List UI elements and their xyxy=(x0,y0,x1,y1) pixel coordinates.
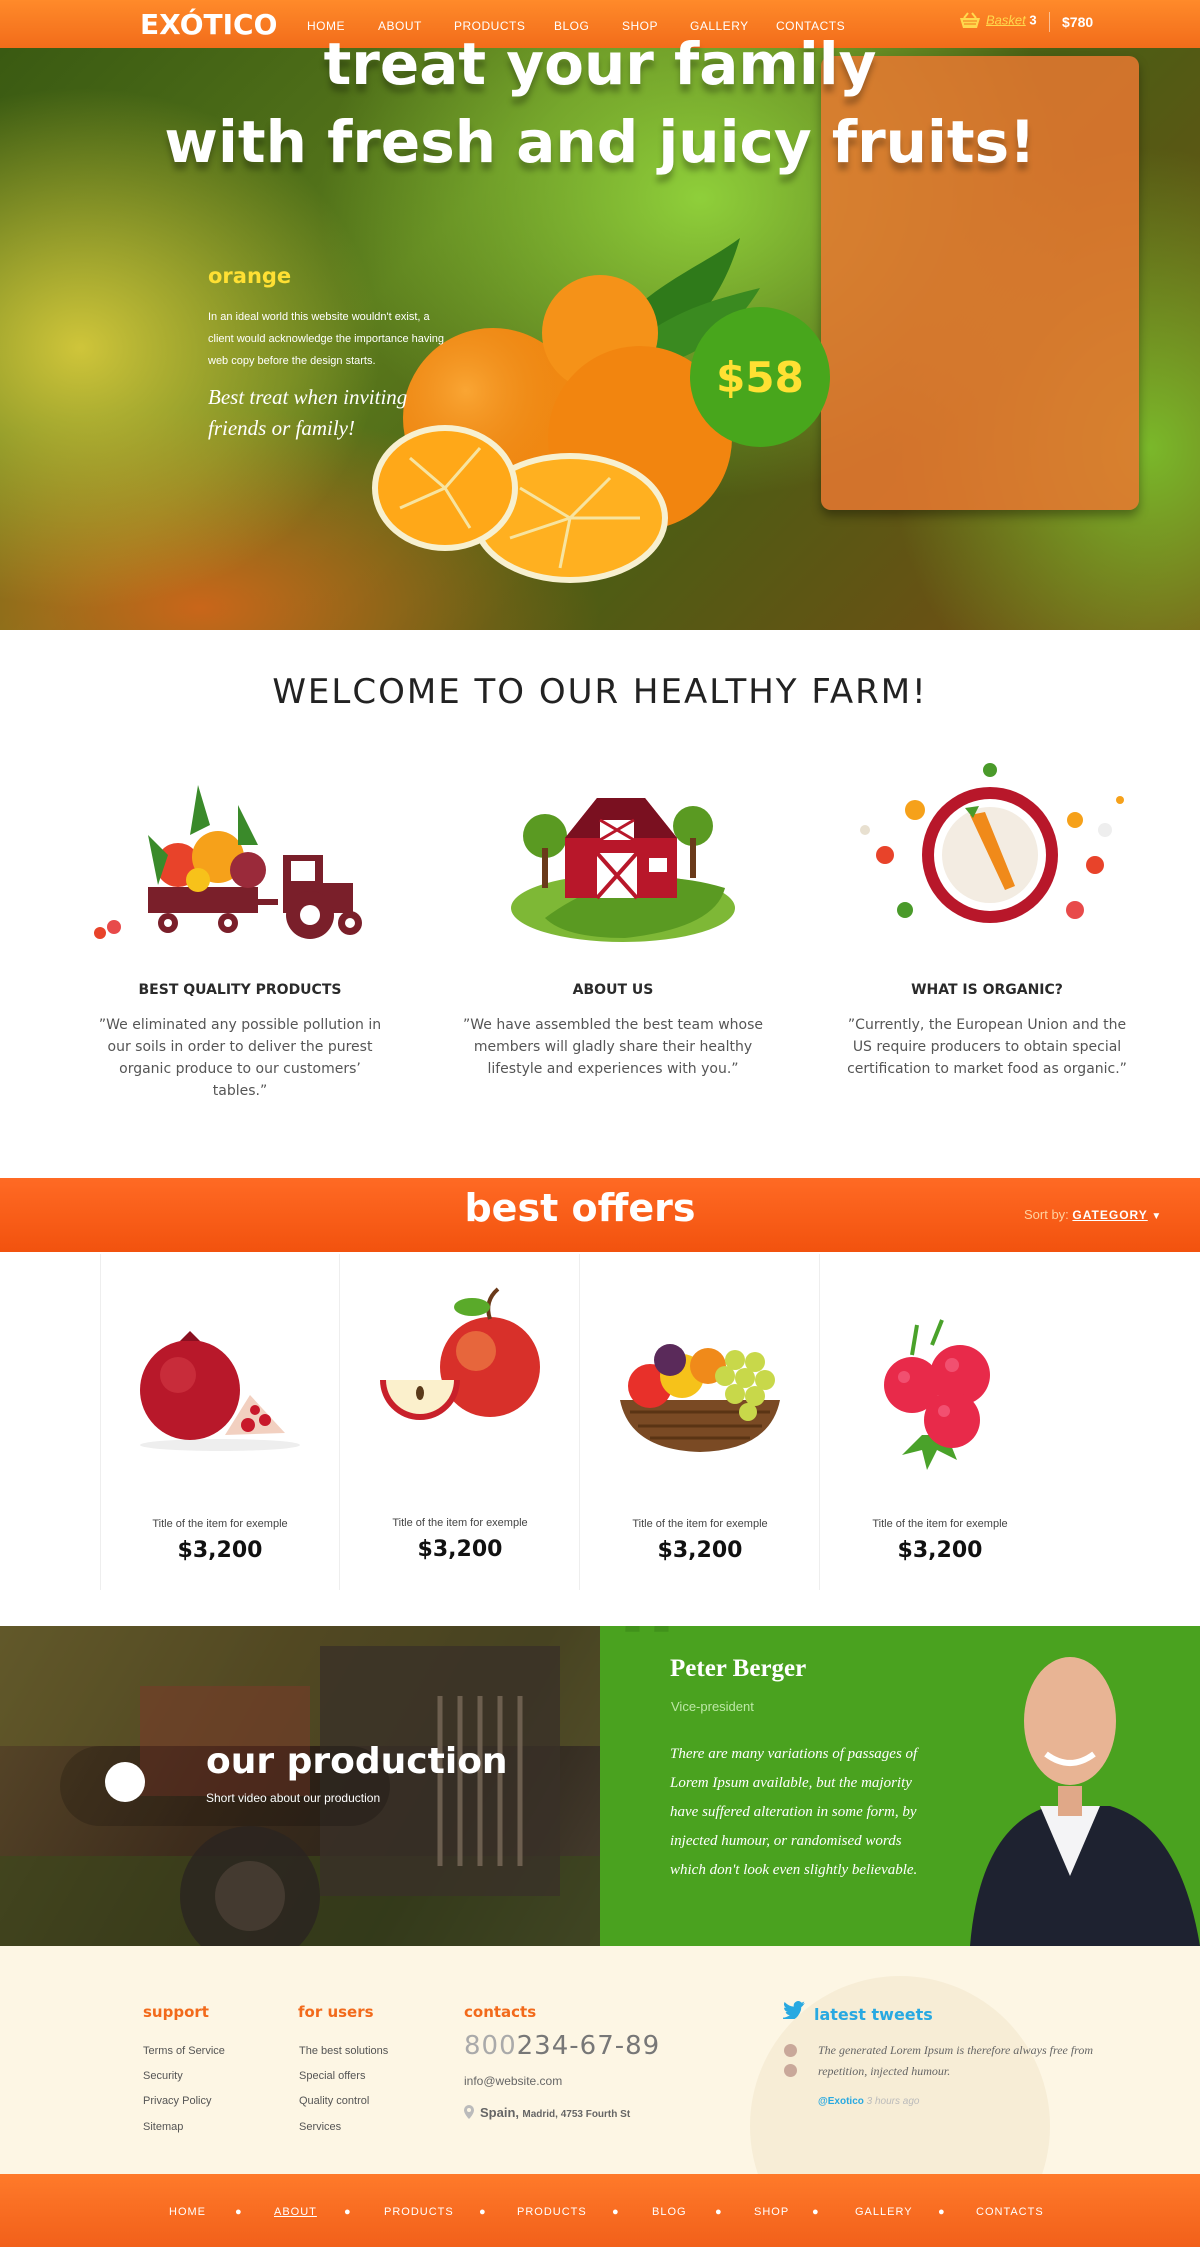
footer-link[interactable]: Quality control xyxy=(299,2095,369,2107)
footer-link[interactable]: Sitemap xyxy=(143,2121,183,2133)
footer-link[interactable]: The best solutions xyxy=(299,2045,388,2057)
address-street: Madrid, 4753 Fourth St xyxy=(522,2109,631,2120)
footer-support-title: support xyxy=(143,2003,209,2021)
organic-plate-icon xyxy=(860,763,1124,923)
play-button[interactable] xyxy=(105,1762,145,1802)
play-icon xyxy=(119,1772,135,1792)
hero-headline-line2: with fresh and juicy fruits! xyxy=(164,108,1036,176)
pomegranate-image xyxy=(140,1331,300,1451)
testimonial-role: Vice-president xyxy=(671,1699,754,1714)
footer-link[interactable]: Privacy Policy xyxy=(143,2095,211,2107)
hero-product-name: orange xyxy=(208,264,292,288)
basket-count: 3 xyxy=(1029,12,1037,28)
barn-icon xyxy=(511,798,735,942)
footer-link[interactable]: Services xyxy=(299,2121,341,2133)
tweets-title: latest tweets xyxy=(814,2005,933,2024)
product-card-title: Title of the item for exemple xyxy=(152,1518,288,1530)
hero-product-description: In an ideal world this website wouldn't … xyxy=(208,311,445,367)
tweet-text: The generated Lorem Ipsum is therefore a… xyxy=(818,2043,1094,2078)
bottom-nav-about[interactable]: ABOUT xyxy=(274,2206,317,2218)
tweet-user[interactable]: @Exotico xyxy=(818,2096,864,2107)
bottom-nav-products[interactable]: PRODUCTS xyxy=(384,2206,454,2218)
phone-number: 234-67-89 xyxy=(516,2031,661,2061)
product-card-title: Title of the item for exemple xyxy=(632,1518,768,1530)
feature-text-about: ”We have assembled the best team whose m… xyxy=(463,1017,764,1077)
apple-image xyxy=(380,1287,540,1420)
product-card-price: $3,200 xyxy=(897,1538,983,1563)
feature-text-quality: ”We eliminated any possible pollution in… xyxy=(98,1017,382,1099)
nav-separator: ● xyxy=(938,2206,945,2218)
nav-separator: ● xyxy=(479,2206,486,2218)
tweet-nav-dot[interactable] xyxy=(784,2064,797,2077)
hero-headline-line1: treat your family xyxy=(323,30,877,98)
production-subtitle: Short video about our production xyxy=(206,1791,381,1805)
nav-separator: ● xyxy=(812,2206,819,2218)
feature-text-organic: ”Currently, the European Union and the U… xyxy=(847,1017,1127,1077)
footer-email[interactable]: info@website.com xyxy=(464,2074,562,2088)
hero-price-badge[interactable]: $58 xyxy=(690,307,830,447)
production-title: our production xyxy=(206,1741,508,1782)
footer-link[interactable]: Terms of Service xyxy=(143,2045,225,2057)
tractor-photo xyxy=(0,1626,600,1946)
nav-separator: ● xyxy=(235,2206,242,2218)
welcome-title: WELCOME TO OUR HEALTHY FARM! xyxy=(272,672,928,712)
product-card-title: Title of the item for exemple xyxy=(392,1517,528,1529)
sort-control[interactable]: Sort by: GATEGORY ▼ xyxy=(1024,1207,1161,1222)
feature-title-about: ABOUT US xyxy=(572,982,654,998)
bottom-nav-shop[interactable]: SHOP xyxy=(754,2206,789,2218)
sort-label: Sort by: xyxy=(1024,1207,1069,1222)
bottom-nav-gallery[interactable]: GALLERY xyxy=(855,2206,913,2218)
footer-link[interactable]: Special offers xyxy=(299,2070,365,2082)
svg-text:“: “ xyxy=(610,1626,687,1742)
header-divider xyxy=(1049,12,1050,32)
fruit-basket-image xyxy=(620,1344,780,1452)
hero-product-tagline: Best treat when inviting friends or fami… xyxy=(208,385,408,440)
bottom-nav-products-2[interactable]: PRODUCTS xyxy=(517,2206,587,2218)
product-card-title: Title of the item for exemple xyxy=(872,1518,1008,1530)
raspberry-image xyxy=(884,1319,990,1470)
chevron-down-icon: ▼ xyxy=(1151,1211,1162,1222)
nav-separator: ● xyxy=(612,2206,619,2218)
product-card-price: $3,200 xyxy=(417,1537,503,1562)
basket-total: $780 xyxy=(1062,14,1094,30)
basket[interactable]: Basket 3 xyxy=(958,12,1037,30)
tweet-time: 3 hours ago xyxy=(866,2096,920,2107)
sort-dropdown[interactable]: GATEGORY xyxy=(1072,1208,1147,1222)
product-card-price: $3,200 xyxy=(657,1538,743,1563)
product-card-price: $3,200 xyxy=(177,1538,263,1563)
production-video[interactable] xyxy=(0,1626,600,1946)
address-country: Spain, xyxy=(480,2105,520,2120)
tractor-icon xyxy=(94,785,362,939)
bottom-nav-blog[interactable]: BLOG xyxy=(652,2206,687,2218)
basket-link[interactable]: Basket xyxy=(986,12,1026,27)
testimonial-quote: There are many variations of passages of… xyxy=(670,1746,918,1878)
footer-address: Spain, Madrid, 4753 Fourth St xyxy=(480,2105,630,2120)
tweet-meta: @Exotico 3 hours ago xyxy=(818,2096,919,2107)
testimonial-name: Peter Berger xyxy=(670,1655,807,1682)
bottom-nav-contacts[interactable]: CONTACTS xyxy=(976,2206,1044,2218)
nav-separator: ● xyxy=(344,2206,351,2218)
footer-phone[interactable]: 800234-67-89 xyxy=(464,2031,660,2061)
location-pin-icon xyxy=(464,2105,474,2119)
footer-contacts-title: contacts xyxy=(464,2003,537,2021)
bottom-nav-home[interactable]: HOME xyxy=(169,2206,206,2218)
nav-separator: ● xyxy=(715,2206,722,2218)
footer-link[interactable]: Security xyxy=(143,2070,183,2082)
tweet-nav-dot[interactable] xyxy=(784,2044,797,2057)
offers-title: best offers xyxy=(464,1186,696,1230)
basket-icon xyxy=(960,12,980,28)
feature-title-quality: BEST QUALITY PRODUCTS xyxy=(138,982,342,998)
footer-users-title: for users xyxy=(298,2003,374,2021)
twitter-icon xyxy=(783,2001,805,2019)
phone-prefix: 800 xyxy=(464,2031,517,2061)
feature-title-organic: WHAT IS ORGANIC? xyxy=(911,982,1063,998)
